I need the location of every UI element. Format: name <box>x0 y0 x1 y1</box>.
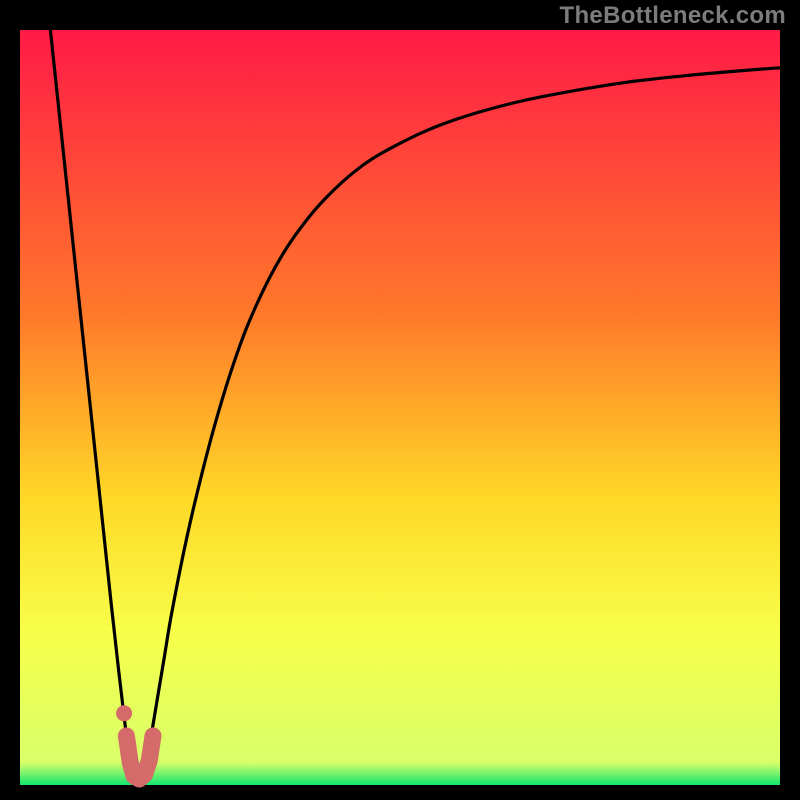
bottleneck-chart <box>0 0 800 800</box>
valley-marker-dot <box>116 705 132 721</box>
watermark-text: TheBottleneck.com <box>560 2 786 30</box>
chart-frame: { "watermark": "TheBottleneck.com", "col… <box>0 0 800 800</box>
